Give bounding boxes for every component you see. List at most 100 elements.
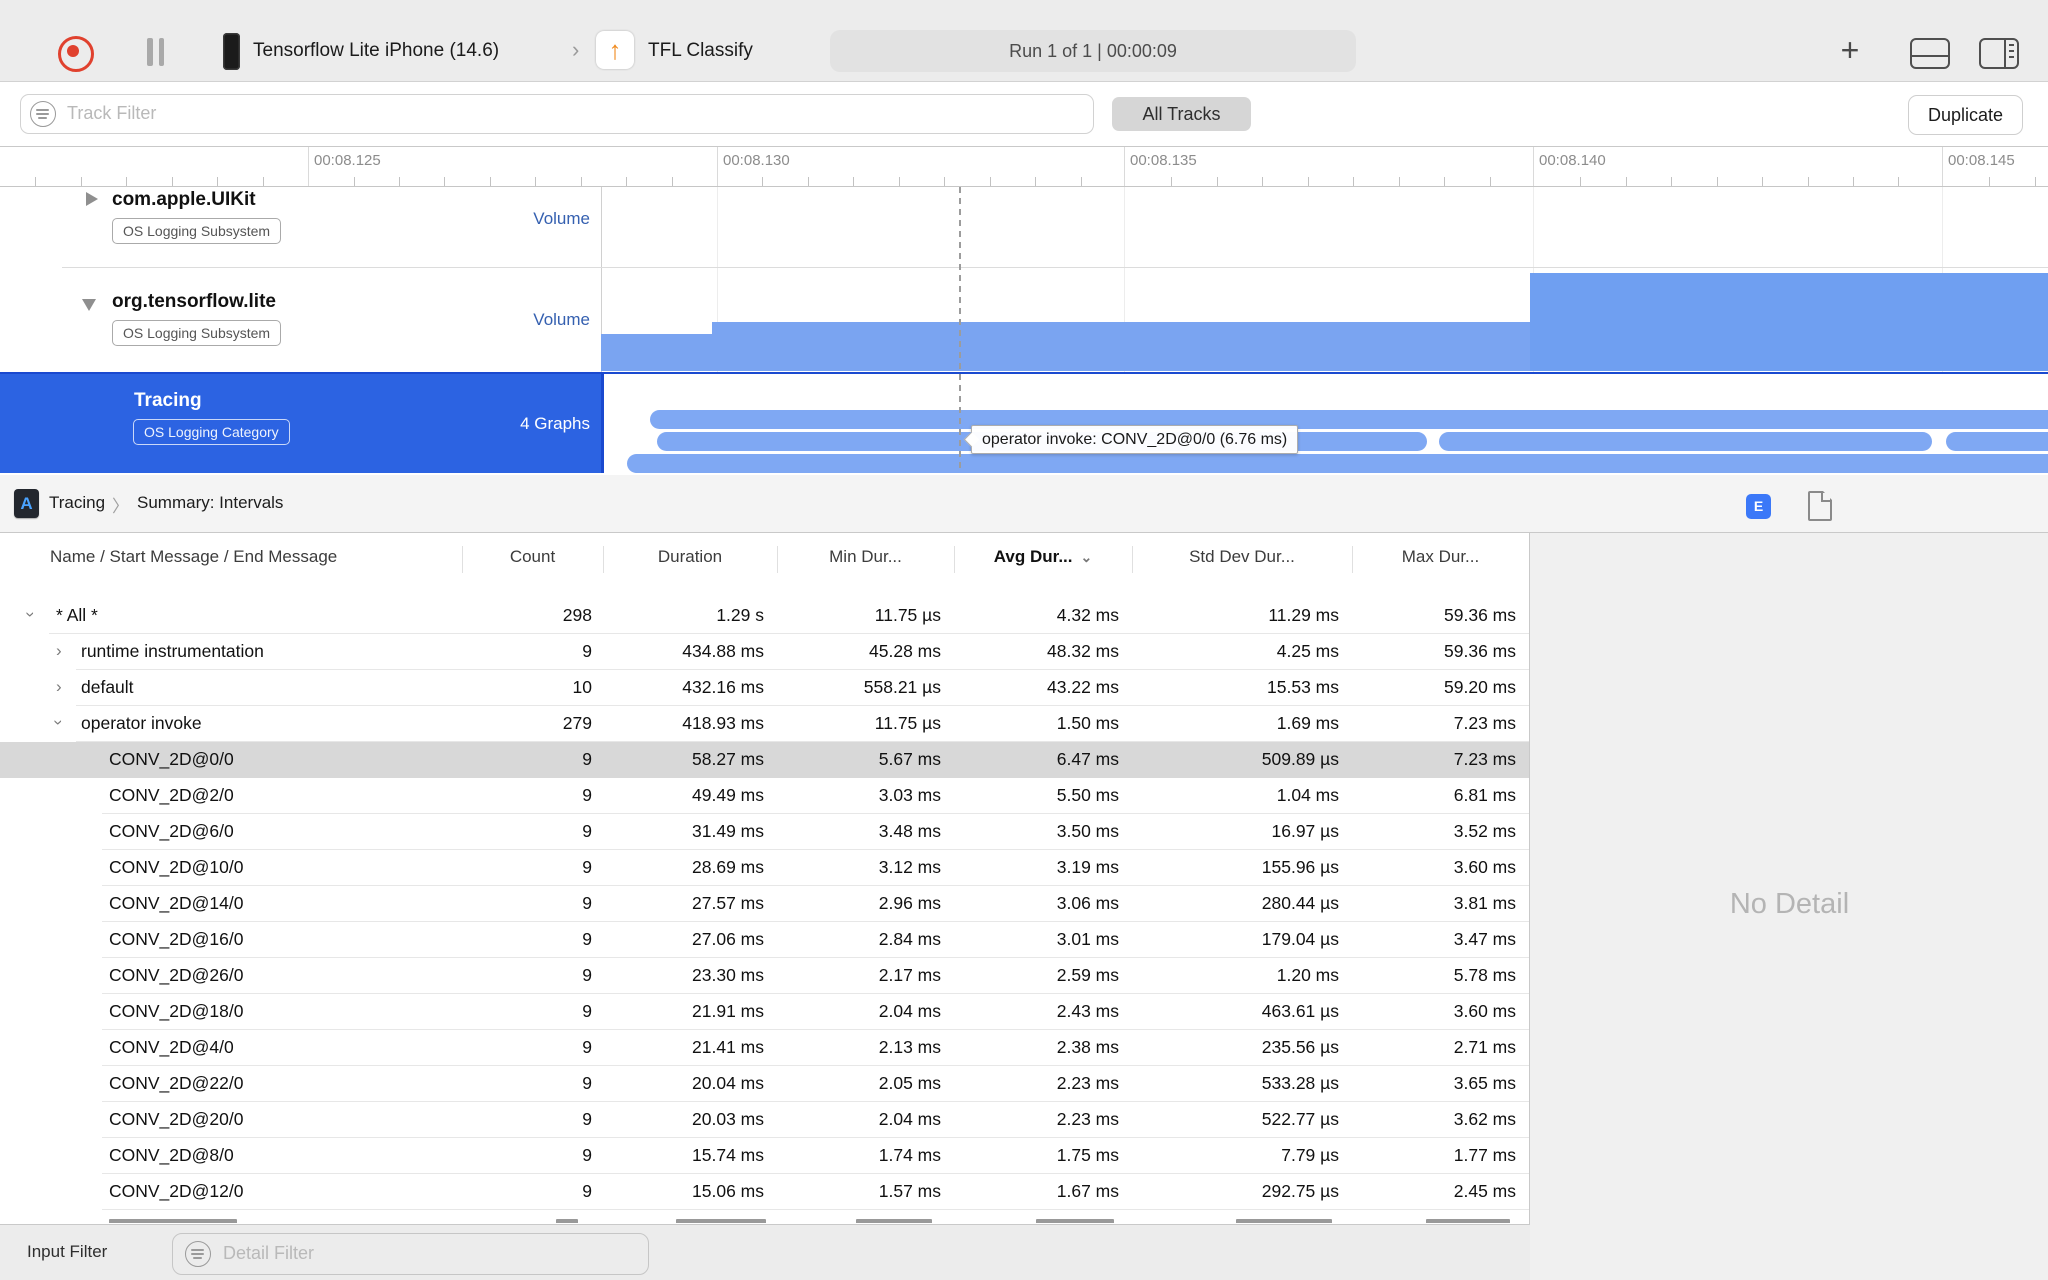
table-row[interactable]: CONV_2D@18/0 9 21.91 ms 2.04 ms 2.43 ms 463.6… bbox=[0, 994, 1529, 1030]
row-name: CONV_2D@12/0 bbox=[109, 1181, 244, 1201]
row-max: 3.60 ms bbox=[1453, 1001, 1516, 1021]
row-avg: 3.06 ms bbox=[1056, 893, 1119, 913]
record-button[interactable] bbox=[58, 36, 94, 72]
toggle-right-pane-button[interactable] bbox=[1979, 38, 2019, 69]
row-max: 3.81 ms bbox=[1453, 893, 1516, 913]
col-header-avg-dur[interactable]: Avg Dur... ⌄ bbox=[954, 547, 1132, 567]
document-icon[interactable] bbox=[1808, 491, 1832, 521]
row-duration: 27.06 ms bbox=[692, 929, 764, 949]
row-avg: 2.38 ms bbox=[1056, 1037, 1119, 1057]
row-avg: 1.50 ms bbox=[1056, 713, 1119, 733]
row-name: CONV_2D@14/0 bbox=[109, 893, 244, 913]
detail-filter-input[interactable]: Detail Filter bbox=[172, 1233, 649, 1275]
row-duration: 21.41 ms bbox=[692, 1037, 764, 1057]
row-name: operator invoke bbox=[81, 713, 202, 733]
disclosure-collapsed-icon[interactable] bbox=[86, 192, 98, 206]
ruler-time-label: 00:08.135 bbox=[1130, 152, 1197, 169]
row-count: 9 bbox=[582, 929, 592, 949]
clipped-partial-row bbox=[0, 1210, 1529, 1223]
table-header: Name / Start Message / End Message Count… bbox=[0, 533, 1529, 586]
table-row[interactable]: CONV_2D@16/0 9 27.06 ms 2.84 ms 3.01 ms 179.0… bbox=[0, 922, 1529, 958]
device-name[interactable]: Tensorflow Lite iPhone (14.6) bbox=[253, 40, 499, 62]
toggle-bottom-pane-button[interactable] bbox=[1910, 38, 1950, 69]
tracing-label-area[interactable]: Tracing OS Logging Category 4 Graphs bbox=[0, 374, 601, 473]
row-std: 235.56 µs bbox=[1261, 1037, 1339, 1057]
table-row[interactable]: CONV_2D@2/0 9 49.49 ms 3.03 ms 5.50 ms 1.04 m… bbox=[0, 778, 1529, 814]
col-header-std-dev-dur[interactable]: Std Dev Dur... bbox=[1132, 547, 1352, 567]
ruler-time-label: 00:08.140 bbox=[1539, 152, 1606, 169]
row-count: 9 bbox=[582, 1145, 592, 1165]
row-std: 179.04 µs bbox=[1261, 929, 1339, 949]
playhead-dashed-line[interactable] bbox=[959, 187, 961, 473]
table-row[interactable]: CONV_2D@8/0 9 15.74 ms 1.74 ms 1.75 ms 7.79 µ… bbox=[0, 1138, 1529, 1174]
table-row[interactable]: › runtime instrumentation 9 434.88 ms 45.28 … bbox=[0, 634, 1529, 670]
col-header-duration[interactable]: Duration bbox=[603, 547, 777, 567]
all-tracks-button[interactable]: All Tracks bbox=[1112, 97, 1251, 131]
table-row[interactable]: › * All * 298 1.29 s 11.75 µs 4.32 ms 11.29 ms… bbox=[0, 598, 1529, 634]
row-min: 2.96 ms bbox=[878, 893, 941, 913]
table-row[interactable]: CONV_2D@22/0 9 20.04 ms 2.05 ms 2.23 ms 533.2… bbox=[0, 1066, 1529, 1102]
track-row-tracing-selected[interactable]: Tracing OS Logging Category 4 Graphs bbox=[0, 372, 2048, 475]
row-max: 59.36 ms bbox=[1444, 641, 1516, 661]
table-row[interactable]: CONV_2D@4/0 9 21.41 ms 2.13 ms 2.38 ms 235.56… bbox=[0, 1030, 1529, 1066]
breadcrumb-tracing[interactable]: Tracing bbox=[49, 493, 105, 513]
disclosure-expanded-icon[interactable] bbox=[82, 299, 96, 311]
table-row[interactable]: CONV_2D@20/0 9 20.03 ms 2.04 ms 2.23 ms 522.7… bbox=[0, 1102, 1529, 1138]
track-filter-input[interactable]: Track Filter bbox=[20, 94, 1094, 134]
row-count: 298 bbox=[562, 605, 592, 625]
row-min: 2.13 ms bbox=[878, 1037, 941, 1057]
row-min: 2.05 ms bbox=[878, 1073, 941, 1093]
duplicate-button[interactable]: Duplicate bbox=[1908, 95, 2023, 135]
interval-bar[interactable] bbox=[1439, 432, 1932, 451]
table-row[interactable]: CONV_2D@0/0 9 58.27 ms 5.67 ms 6.47 ms 509.89… bbox=[0, 742, 1529, 778]
table-row[interactable]: CONV_2D@26/0 9 23.30 ms 2.17 ms 2.59 ms 1.20 … bbox=[0, 958, 1529, 994]
expert-info-button[interactable]: E bbox=[1746, 494, 1771, 519]
row-avg: 6.47 ms bbox=[1056, 749, 1119, 769]
table-row[interactable]: CONV_2D@12/0 9 15.06 ms 1.57 ms 1.67 ms 292.7… bbox=[0, 1174, 1529, 1210]
run-status-display[interactable]: Run 1 of 1 | 00:00:09 bbox=[830, 30, 1356, 72]
row-name: CONV_2D@8/0 bbox=[109, 1145, 234, 1165]
track-title: Tracing bbox=[134, 390, 202, 411]
col-header-name[interactable]: Name / Start Message / End Message bbox=[50, 547, 337, 567]
track-badge: OS Logging Subsystem bbox=[112, 218, 282, 244]
row-max: 3.47 ms bbox=[1453, 929, 1516, 949]
volume-histogram-segment[interactable] bbox=[601, 334, 712, 371]
row-max: 7.23 ms bbox=[1453, 713, 1516, 733]
table-row[interactable]: CONV_2D@14/0 9 27.57 ms 2.96 ms 3.06 ms 280.4… bbox=[0, 886, 1529, 922]
row-count: 9 bbox=[582, 857, 592, 877]
col-header-max-dur[interactable]: Max Dur... bbox=[1352, 547, 1529, 567]
target-process-name[interactable]: TFL Classify bbox=[648, 40, 753, 62]
col-header-count[interactable]: Count bbox=[462, 547, 603, 567]
track-badge: OS Logging Category bbox=[133, 419, 290, 445]
interval-bar[interactable] bbox=[650, 410, 2048, 429]
row-disclosure-expanded-icon[interactable]: › bbox=[49, 720, 68, 726]
table-row[interactable]: CONV_2D@6/0 9 31.49 ms 3.48 ms 3.50 ms 16.97 … bbox=[0, 814, 1529, 850]
row-disclosure-collapsed-icon[interactable]: › bbox=[56, 678, 62, 695]
row-count: 9 bbox=[582, 1109, 592, 1129]
row-min: 3.03 ms bbox=[878, 785, 941, 805]
row-min: 11.75 µs bbox=[874, 605, 941, 625]
volume-histogram-segment[interactable] bbox=[712, 322, 1530, 371]
row-min: 2.04 ms bbox=[878, 1001, 941, 1021]
breadcrumb-summary-intervals[interactable]: Summary: Intervals bbox=[137, 493, 283, 513]
row-avg: 2.59 ms bbox=[1056, 965, 1119, 985]
row-count: 9 bbox=[582, 1037, 592, 1057]
row-duration: 58.27 ms bbox=[692, 749, 764, 769]
table-row[interactable]: › operator invoke 279 418.93 ms 11.75 µs 1.50… bbox=[0, 706, 1529, 742]
add-instrument-button[interactable]: + bbox=[1832, 30, 1868, 70]
pause-button[interactable] bbox=[147, 38, 164, 66]
row-name: CONV_2D@0/0 bbox=[109, 749, 234, 769]
volume-histogram-segment[interactable] bbox=[1530, 273, 2048, 371]
row-count: 9 bbox=[582, 749, 592, 769]
time-ruler[interactable]: 00:08.125 00:08.130 00:08.135 00:08.140 00:0… bbox=[0, 147, 2048, 187]
row-max: 59.36 ms bbox=[1444, 605, 1516, 625]
col-header-min-dur[interactable]: Min Dur... bbox=[777, 547, 954, 567]
table-row[interactable]: CONV_2D@10/0 9 28.69 ms 3.12 ms 3.19 ms 155.9… bbox=[0, 850, 1529, 886]
row-max: 2.71 ms bbox=[1453, 1037, 1516, 1057]
row-disclosure-expanded-icon[interactable]: › bbox=[21, 612, 40, 618]
row-duration: 432.16 ms bbox=[682, 677, 764, 697]
row-disclosure-collapsed-icon[interactable]: › bbox=[56, 642, 62, 659]
interval-bar[interactable] bbox=[627, 454, 2048, 473]
table-row[interactable]: › default 10 432.16 ms 558.21 µs 43.22 ms 15.5… bbox=[0, 670, 1529, 706]
interval-bar[interactable] bbox=[1946, 432, 2048, 451]
